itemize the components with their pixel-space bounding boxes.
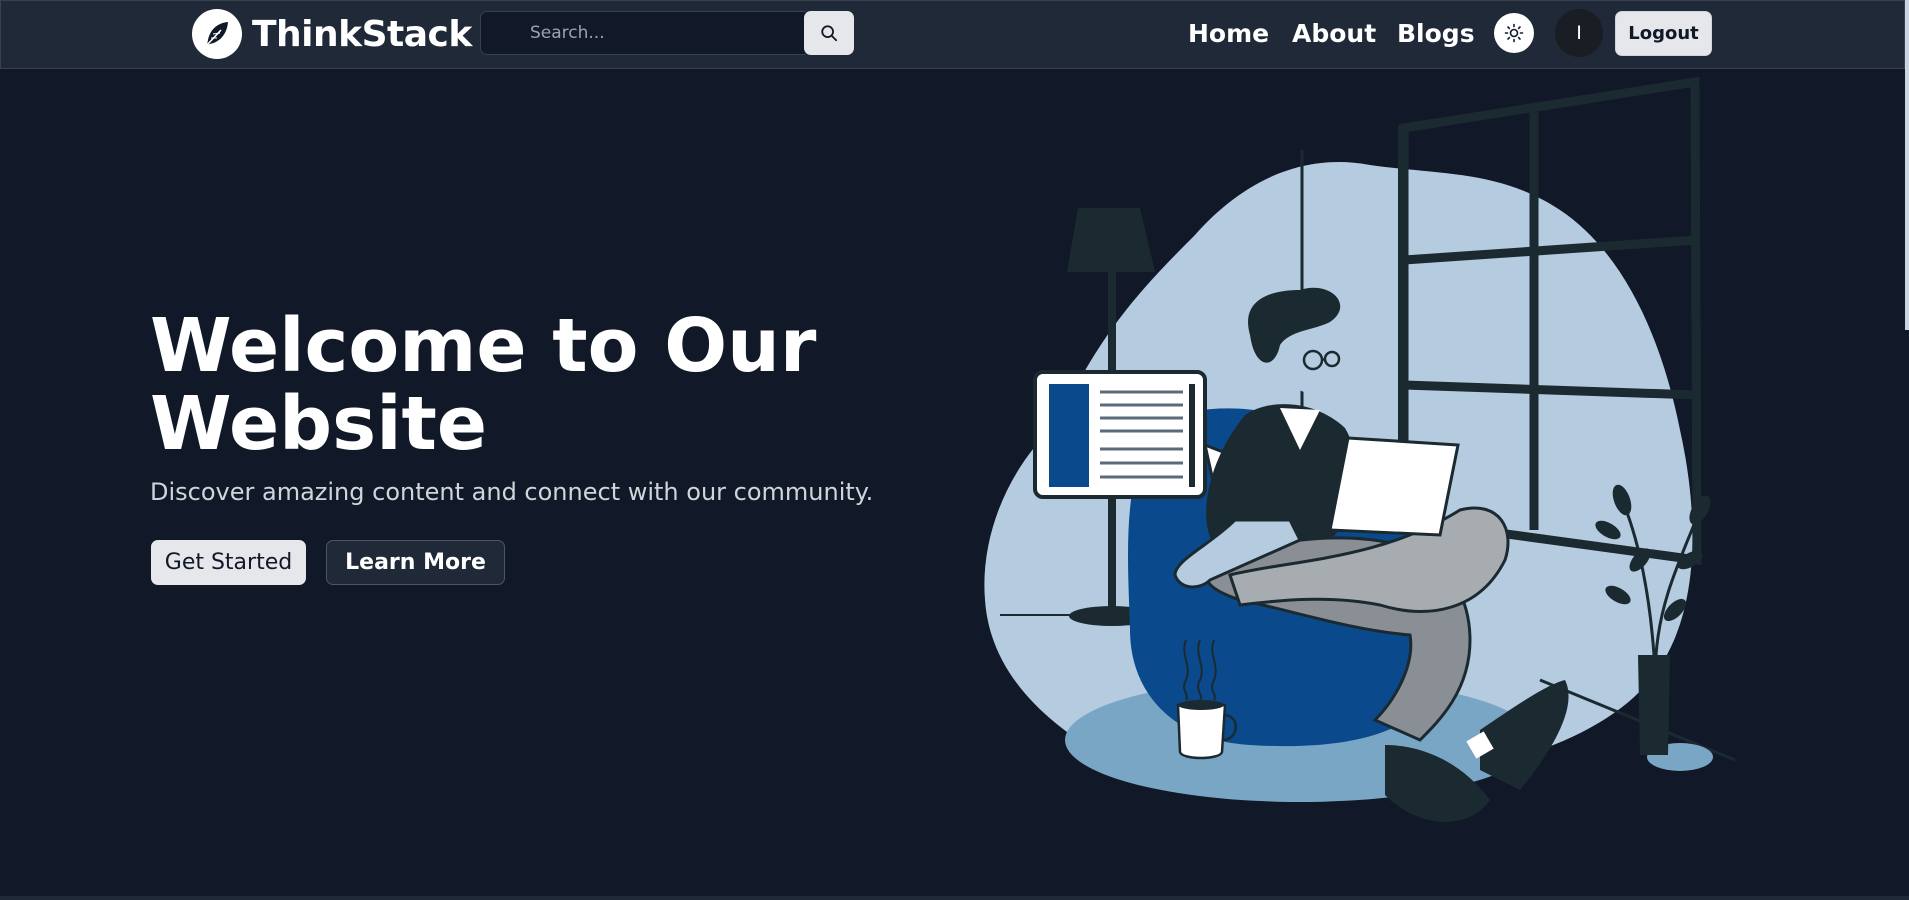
page-scrollbar[interactable] [1905,0,1909,330]
page-bottom-edge [0,896,1909,900]
nav-link-about[interactable]: About [1292,19,1376,48]
sun-icon [1504,23,1524,43]
logo-badge [192,9,242,59]
hero-illustration [984,76,1736,822]
brand-name: ThinkStack [252,13,472,55]
hero-title: Welcome to Our Website [150,303,817,467]
nav-link-home[interactable]: Home [1188,19,1269,48]
nav-link-blogs[interactable]: Blogs [1397,19,1475,48]
brand-logo[interactable]: ThinkStack [192,9,472,59]
learn-more-button[interactable]: Learn More [326,540,505,585]
theme-toggle-button[interactable] [1494,13,1534,53]
search-button[interactable] [804,11,854,55]
laptop [1328,436,1460,537]
user-avatar[interactable]: I [1555,9,1603,57]
search-input[interactable] [480,11,805,55]
get-started-button[interactable]: Get Started [151,540,306,585]
logout-button[interactable]: Logout [1615,11,1712,56]
top-navbar: ThinkStack Home About Blogs I Logout [0,0,1905,69]
feather-icon [206,22,228,46]
hero-subtitle: Discover amazing content and connect wit… [150,478,874,506]
search-icon [821,25,838,42]
person-face [1285,327,1335,393]
